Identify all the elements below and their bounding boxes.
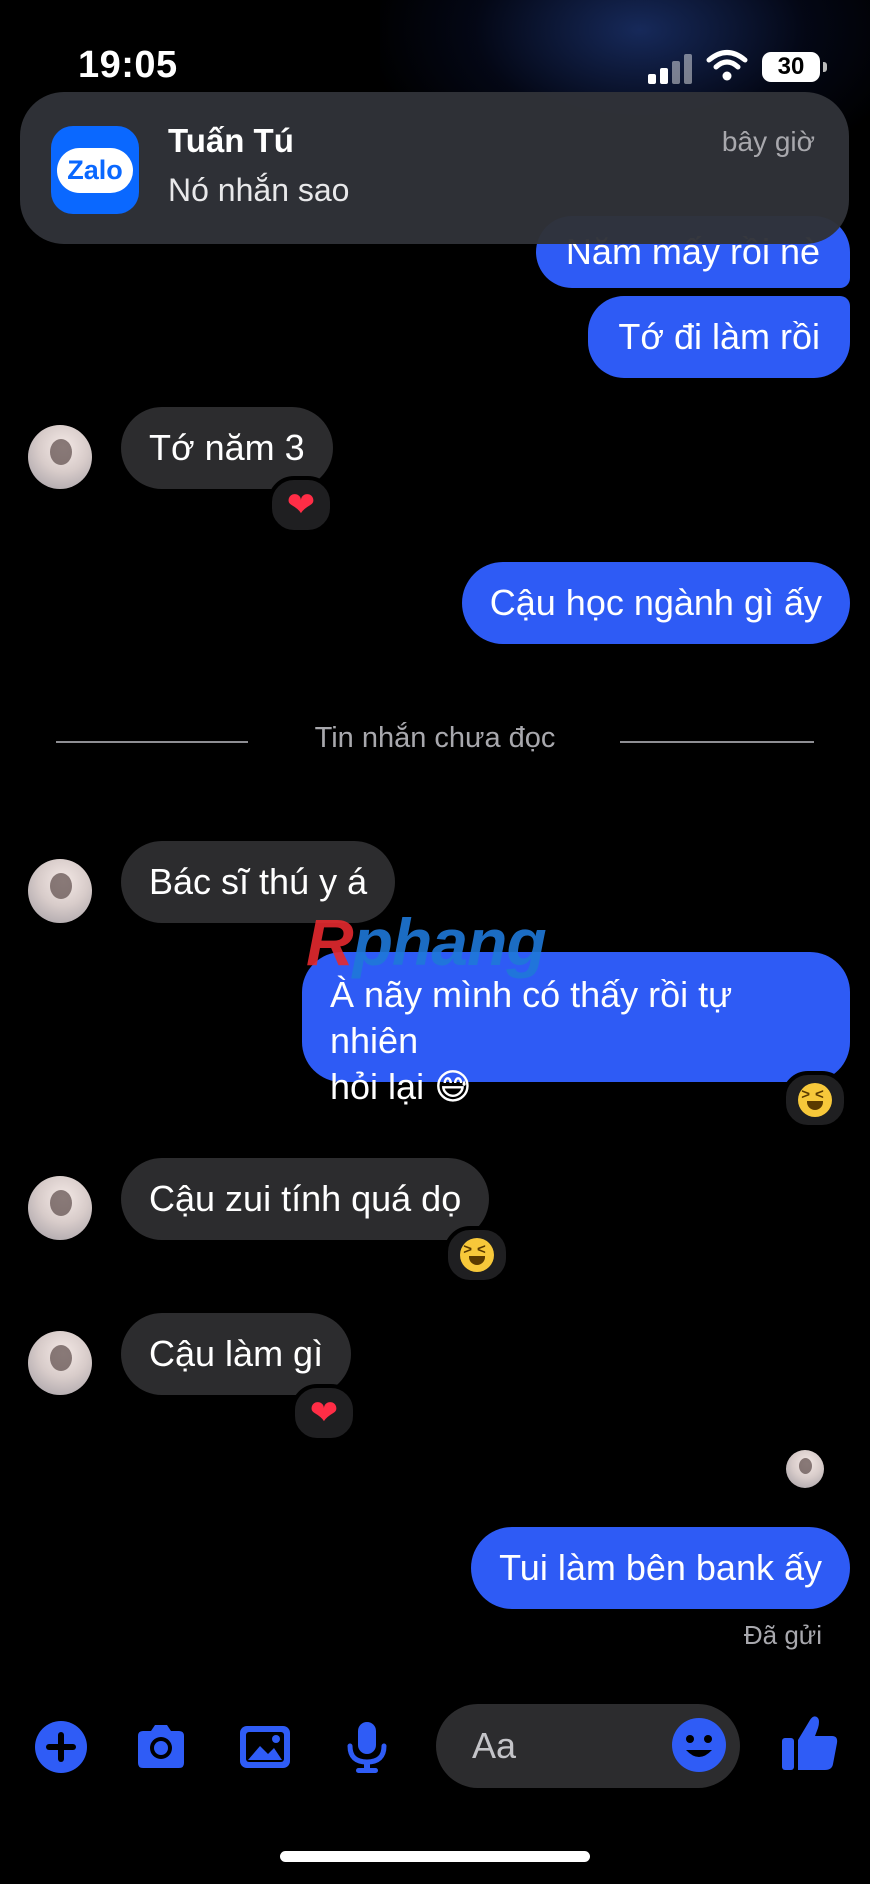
cellular-signal-icon bbox=[648, 52, 694, 84]
notification-time: bây giờ bbox=[721, 126, 815, 157]
laughing-face-icon bbox=[798, 1083, 832, 1117]
message-line: hỏi lại 😅 bbox=[330, 1066, 472, 1107]
heart-icon: ❤ bbox=[309, 1394, 339, 1432]
message-bubble[interactable]: Tớ đi làm rồi bbox=[588, 296, 850, 378]
camera-icon[interactable] bbox=[132, 1718, 190, 1776]
message-line: À nãy mình có thấy rồi tự nhiên bbox=[330, 974, 733, 1061]
watermark-logo: Rphang bbox=[306, 905, 547, 979]
notification-banner[interactable]: Zalo Tuấn Tú Nó nhắn sao bây giờ bbox=[20, 92, 849, 244]
wifi-icon bbox=[706, 50, 748, 81]
contact-avatar[interactable] bbox=[28, 1176, 92, 1240]
notification-title: Tuấn Tú bbox=[168, 122, 294, 159]
heart-reaction[interactable]: ❤ bbox=[291, 1384, 357, 1442]
laughing-face-icon bbox=[460, 1238, 494, 1272]
emoji-icon[interactable] bbox=[670, 1716, 728, 1774]
message-bubble[interactable]: Tui làm bên bank ấy bbox=[471, 1527, 850, 1609]
heart-reaction[interactable]: ❤ bbox=[268, 476, 334, 534]
home-indicator bbox=[280, 1851, 590, 1862]
laughing-reaction[interactable] bbox=[444, 1226, 510, 1284]
sent-status-label: Đã gửi bbox=[743, 1620, 822, 1650]
plus-icon[interactable] bbox=[32, 1718, 90, 1776]
battery-icon: 30 bbox=[762, 52, 827, 82]
message-input-placeholder: Aa bbox=[472, 1725, 517, 1766]
contact-avatar[interactable] bbox=[28, 425, 92, 489]
zalo-app-icon: Zalo bbox=[51, 126, 139, 214]
message-bubble[interactable]: Cậu học ngành gì ấy bbox=[461, 562, 850, 644]
status-bar: 19:05 30 bbox=[0, 0, 870, 90]
laughing-reaction[interactable] bbox=[782, 1071, 848, 1129]
seen-receipt-avatar bbox=[786, 1450, 824, 1488]
unread-divider-label: Tin nhắn chưa đọc bbox=[314, 722, 556, 754]
message-bubble[interactable]: Cậu làm gì bbox=[121, 1313, 352, 1395]
divider-line bbox=[620, 741, 814, 743]
contact-avatar[interactable] bbox=[28, 859, 92, 923]
message-bubble[interactable]: Cậu zui tính quá dọ bbox=[121, 1158, 490, 1240]
thumbs-up-icon[interactable] bbox=[780, 1712, 840, 1774]
contact-avatar[interactable] bbox=[28, 1331, 92, 1395]
notification-body: Nó nhắn sao bbox=[168, 172, 350, 208]
microphone-icon[interactable] bbox=[338, 1718, 396, 1776]
image-icon[interactable] bbox=[236, 1718, 294, 1776]
status-time: 19:05 bbox=[78, 44, 178, 86]
heart-icon: ❤ bbox=[286, 486, 316, 524]
